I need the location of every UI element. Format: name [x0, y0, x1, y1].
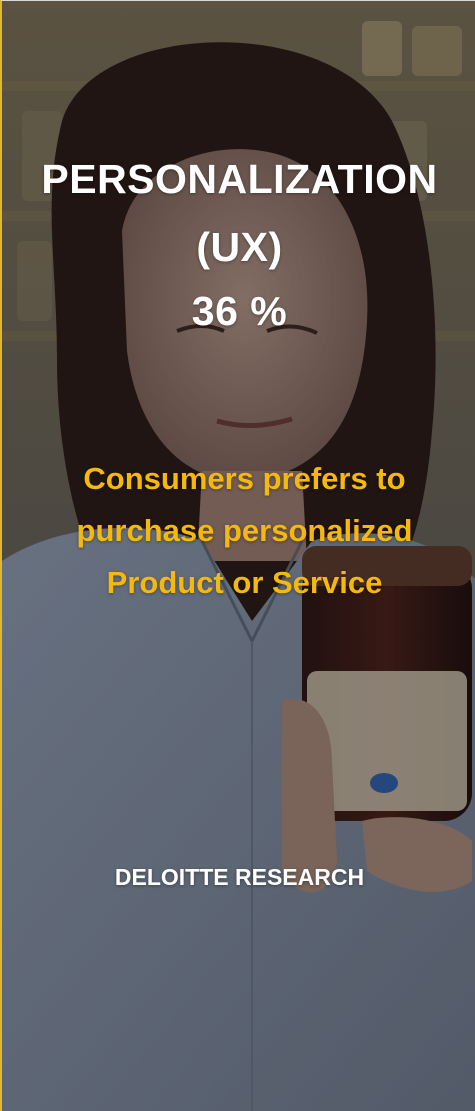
headline-stat: 36 % — [191, 288, 288, 334]
headline-line-1: PERSONALIZATION — [41, 156, 438, 202]
infographic-card: PERSONALIZATION (UX) 36 % Consumers pref… — [0, 0, 475, 1111]
tagline: Consumers prefers to purchase personaliz… — [12, 453, 475, 609]
source-label: DELOITTE RESEARCH — [114, 864, 365, 890]
tagline-line-2: purchase personalized — [76, 513, 413, 548]
headline-line-2: (UX) — [196, 224, 283, 270]
tagline-line-1: Consumers prefers to — [83, 461, 406, 496]
tagline-line-3: Product or Service — [106, 565, 383, 600]
